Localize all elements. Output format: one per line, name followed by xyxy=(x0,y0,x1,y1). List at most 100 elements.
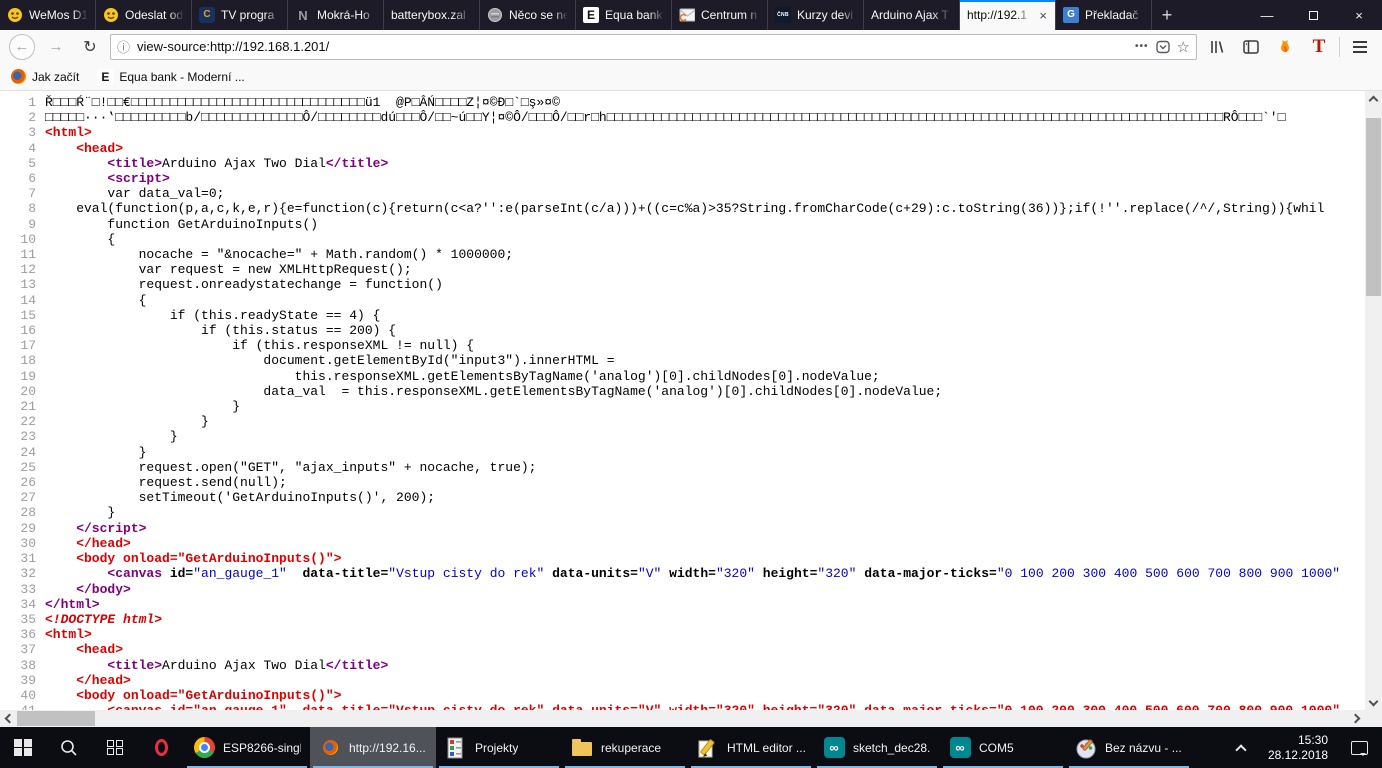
bookmark-label: Equa bank - Moderní ... xyxy=(119,69,245,84)
tab-label: Equa bank xyxy=(605,8,663,22)
bookmark-0[interactable]: Jak začít xyxy=(10,69,79,85)
forward-button[interactable]: → xyxy=(42,33,70,61)
tab-5[interactable]: Něco se ne xyxy=(480,0,576,30)
vertical-scrollbar[interactable] xyxy=(1365,91,1382,710)
vertical-scroll-thumb[interactable] xyxy=(1366,118,1381,296)
url-bar[interactable]: ⓘ view-source:http://192.168.1.201/ ••• … xyxy=(110,33,1197,60)
bookmark-1[interactable]: E Equa bank - Moderní ... xyxy=(97,68,245,85)
close-window-button[interactable]: × xyxy=(1336,0,1382,30)
tab-label: Kurzy devi xyxy=(797,8,854,22)
task-view-icon xyxy=(107,739,123,756)
opera-button[interactable] xyxy=(138,727,184,768)
taskbar-app-0[interactable]: ESP8266-singl... xyxy=(184,727,310,768)
line-number: 31 xyxy=(20,551,36,567)
bookmarks-toolbar: Jak začít E Equa bank - Moderní ... xyxy=(0,63,1382,91)
source-line: 14 { xyxy=(0,293,1365,308)
line-number: 2 xyxy=(28,110,36,126)
bookmark-star-icon[interactable]: ☆ xyxy=(1177,38,1190,56)
search-button[interactable] xyxy=(46,727,92,768)
menu-button[interactable] xyxy=(1346,33,1374,61)
line-number: 40 xyxy=(20,687,36,703)
clock-date: 28.12.2018 xyxy=(1267,747,1328,762)
line-number: 12 xyxy=(20,262,36,278)
taskbar-clock[interactable]: 15:30 28.12.2018 xyxy=(1260,733,1336,763)
back-button[interactable]: ← xyxy=(8,33,36,61)
taskbar-app-7[interactable]: Bez názvu - ... xyxy=(1066,727,1192,768)
action-center-button[interactable] xyxy=(1340,740,1378,756)
library-button[interactable] xyxy=(1203,33,1231,61)
source-line: 15 if (this.readyState == 4) { xyxy=(0,308,1365,323)
restore-button[interactable] xyxy=(1290,0,1336,30)
line-number: 7 xyxy=(28,186,36,202)
tab-3[interactable]: N Mokrá-Ho xyxy=(288,0,384,30)
source-line: 31 <body onload="GetArduinoInputs()"> xyxy=(0,551,1365,566)
tv-program-favicon: C xyxy=(199,7,215,23)
source-line: 11 nocache = "&nocache=" + Math.random()… xyxy=(0,247,1365,262)
taskbar-app-4[interactable]: HTML editor ... xyxy=(688,727,814,768)
horizontal-scrollbar[interactable] xyxy=(0,710,1365,727)
taskbar-app-label: Projekty xyxy=(475,740,519,755)
tab-label: TV progra xyxy=(221,8,275,22)
line-number: 10 xyxy=(20,231,36,247)
minimize-button[interactable]: — xyxy=(1244,0,1290,30)
source-line: 13 request.onreadystatechange = function… xyxy=(0,277,1365,292)
extension-t-button[interactable]: T xyxy=(1305,33,1333,61)
tray-expand-button[interactable] xyxy=(1226,742,1256,756)
source-line: 18 document.getElementById("input3").inn… xyxy=(0,353,1365,368)
forward-icon: → xyxy=(48,38,64,55)
tab-2[interactable]: C TV progra xyxy=(192,0,288,30)
equa-bank-favicon: E xyxy=(583,7,599,23)
reload-button[interactable]: ↻ xyxy=(76,33,104,61)
page-info-icon[interactable]: ⓘ xyxy=(117,37,130,56)
tab-1[interactable]: Odeslat od xyxy=(96,0,192,30)
line-number: 4 xyxy=(28,140,36,156)
translate-favicon: G xyxy=(1063,7,1079,23)
source-line: 32 <canvas id="an_gauge_1" data-title="V… xyxy=(0,566,1365,581)
start-button[interactable] xyxy=(0,727,46,768)
source-line: 30 </head> xyxy=(0,536,1365,551)
taskbar-app-3[interactable]: rekuperace xyxy=(562,727,688,768)
taskbar-app-6[interactable]: ∞ COM5 xyxy=(940,727,1066,768)
url-text[interactable]: view-source:http://192.168.1.201/ xyxy=(137,39,1128,54)
new-tab-button[interactable]: + xyxy=(1152,0,1182,30)
tab-8[interactable]: ČNB Kurzy devi xyxy=(768,0,864,30)
scroll-down-arrow[interactable] xyxy=(1368,696,1379,707)
html-editor-icon xyxy=(698,738,715,757)
reload-icon: ↻ xyxy=(83,38,97,56)
tab-close-icon[interactable]: × xyxy=(1038,8,1048,23)
source-line: 36 <html> xyxy=(0,627,1365,642)
scroll-left-arrow[interactable] xyxy=(4,713,15,724)
tab-4[interactable]: batterybox.zal xyxy=(384,0,480,30)
tab-label: Něco se ne xyxy=(509,8,568,22)
tab-10-active[interactable]: http://192.1 × xyxy=(960,0,1056,30)
line-number: 20 xyxy=(20,383,36,399)
source-line: 20 data_val = this.responseXML.getElemen… xyxy=(0,384,1365,399)
extension-flame-button[interactable] xyxy=(1271,33,1299,61)
tab-11[interactable]: G Překladač xyxy=(1056,0,1152,30)
tab-6[interactable]: E Equa bank xyxy=(576,0,672,30)
source-line: 33 </body> xyxy=(0,582,1365,597)
source-line: 9 function GetArduinoInputs() xyxy=(0,217,1365,232)
sidebar-button[interactable] xyxy=(1237,33,1265,61)
bookmark-label: Jak začít xyxy=(32,69,80,84)
horizontal-scroll-thumb[interactable] xyxy=(17,711,95,726)
task-view-button[interactable] xyxy=(92,727,138,768)
page-actions-icon[interactable]: ••• xyxy=(1135,41,1149,52)
scroll-right-arrow[interactable] xyxy=(1350,713,1361,724)
taskbar-app-5[interactable]: ∞ sketch_dec28... xyxy=(814,727,940,768)
line-number: 23 xyxy=(20,429,36,445)
taskbar-app-2[interactable]: Projekty xyxy=(436,727,562,768)
taskbar-app-1[interactable]: http://192.16... xyxy=(310,727,436,768)
line-number: 25 xyxy=(20,459,36,475)
source-code: 1 Ř□□□Ŕ¨□!□□€□□□□□□□□□□□□□□□□□□□□□□□□□□□□… xyxy=(0,91,1365,727)
tab-0[interactable]: WeMos D1 xyxy=(0,0,96,30)
tab-label: batterybox.zal xyxy=(391,8,466,22)
line-number: 11 xyxy=(20,247,36,263)
pocket-icon[interactable] xyxy=(1155,40,1170,54)
tab-9[interactable]: Arduino Ajax T xyxy=(864,0,960,30)
source-line: 21 } xyxy=(0,399,1365,414)
scroll-up-arrow[interactable] xyxy=(1368,95,1379,106)
tab-7[interactable]: Centrum n xyxy=(672,0,768,30)
source-line: 37 <head> xyxy=(0,642,1365,657)
source-line: 8 eval(function(p,a,c,k,e,r){e=function(… xyxy=(0,201,1365,216)
